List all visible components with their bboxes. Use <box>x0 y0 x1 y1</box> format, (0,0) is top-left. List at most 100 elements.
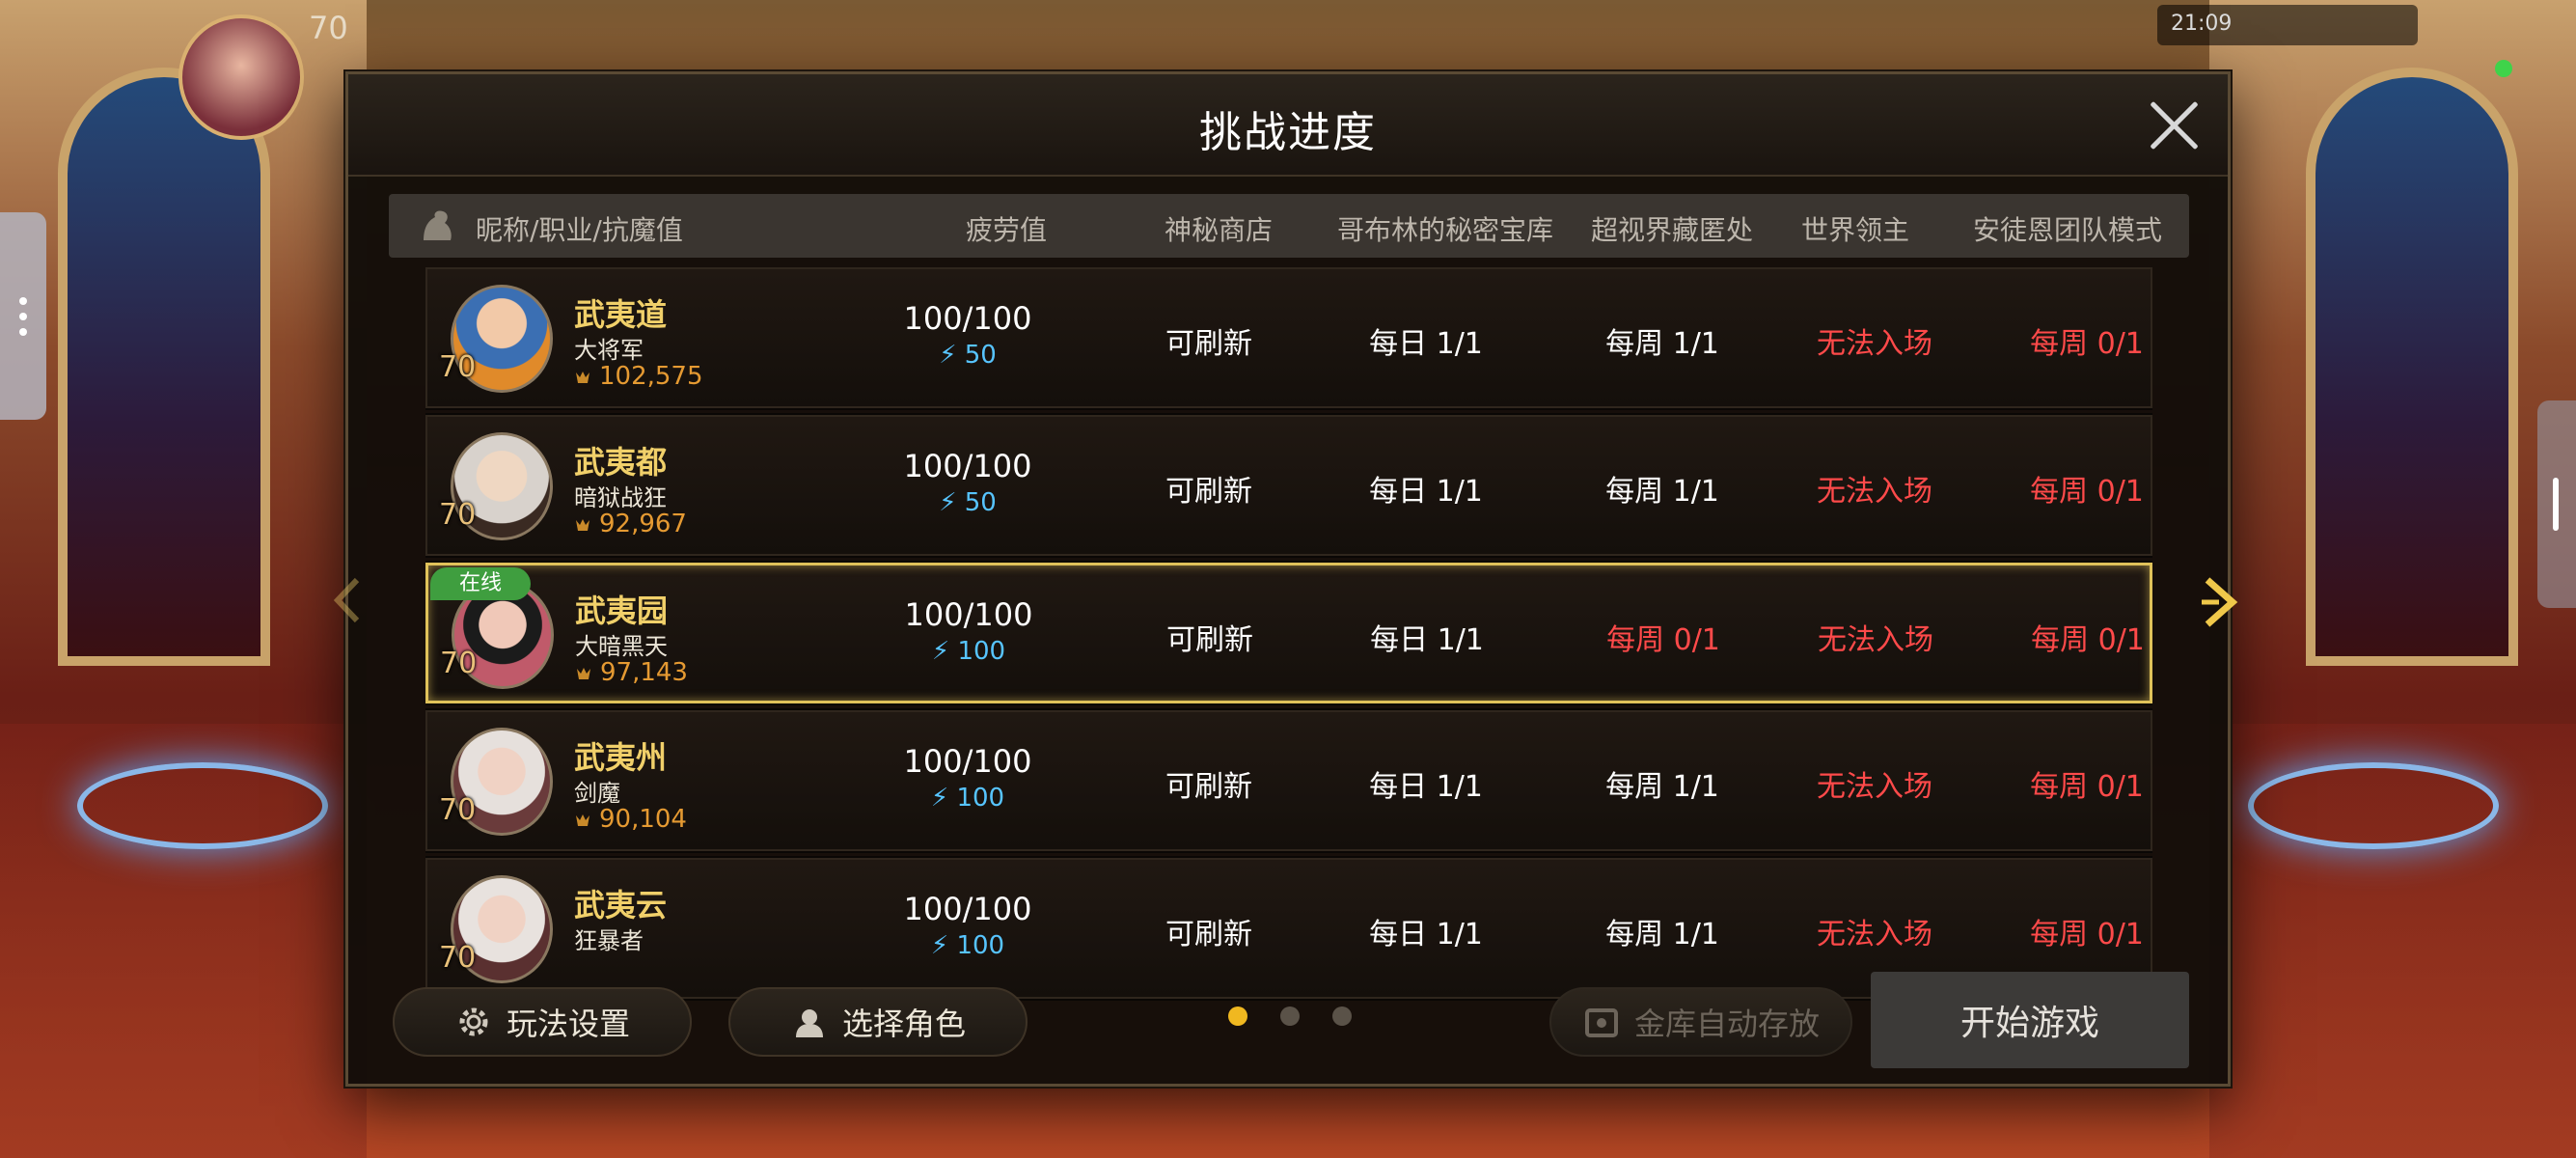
energy-value: ⚡ 100 <box>852 784 1083 813</box>
character-power-value: 90,104 <box>599 805 687 834</box>
column-world-lord: 世界领主 <box>1800 214 1909 246</box>
energy-amount: 100 <box>957 637 1006 666</box>
energy-value: ⚡ 100 <box>853 637 1084 666</box>
character-class: 剑魔 <box>574 780 620 807</box>
goblin-vault-status: 每日 1/1 <box>1369 327 1483 361</box>
hidden-place-status: 每周 1/1 <box>1605 327 1719 361</box>
character-class: 暗狱战狂 <box>574 484 667 511</box>
character-row[interactable]: 70 武夷道 大将军 102,575 100/100 ⚡ 50 可刷新 每日 1… <box>425 267 2152 410</box>
left-portal <box>77 762 328 849</box>
right-side-handle[interactable] <box>2537 400 2576 608</box>
shop-status: 可刷新 <box>1165 918 1252 951</box>
character-silhouette-icon <box>424 210 452 240</box>
power-icon <box>576 519 589 531</box>
energy-amount: 50 <box>964 488 997 517</box>
character-class: 狂暴者 <box>574 927 644 954</box>
status-indicator-dot <box>2495 60 2512 77</box>
anton-raid-status: 每周 0/1 <box>2030 327 2144 361</box>
right-window-arch <box>2306 68 2518 666</box>
character-level: 70 <box>439 793 477 827</box>
power-icon <box>576 814 589 826</box>
page-dot <box>1332 1006 1352 1026</box>
energy-value: ⚡ 50 <box>852 488 1083 517</box>
anton-raid-status: 每周 0/1 <box>2030 475 2144 509</box>
online-badge: 在线 <box>430 567 531 600</box>
chevron-left-icon[interactable] <box>328 576 367 624</box>
close-icon[interactable] <box>2149 99 2201 152</box>
player-avatar[interactable] <box>178 14 304 140</box>
character-power-value: 102,575 <box>599 362 703 391</box>
shop-status: 可刷新 <box>1165 770 1252 804</box>
anton-raid-status: 每周 0/1 <box>2031 623 2145 657</box>
character-power-value: 97,143 <box>600 658 688 687</box>
goblin-vault-status: 每日 1/1 <box>1369 918 1483 951</box>
left-side-menu-handle[interactable] <box>0 212 46 420</box>
hidden-place-status: 每周 1/1 <box>1605 918 1719 951</box>
hidden-place-status: 每周 1/1 <box>1605 475 1719 509</box>
status-clock: 21:09 <box>2157 5 2418 45</box>
character-name: 武夷云 <box>574 887 668 924</box>
chevron-right-icon[interactable] <box>2200 576 2244 628</box>
column-shop: 神秘商店 <box>1164 214 1273 246</box>
column-header-bar: 昵称/职业/抗魔值 疲劳值 神秘商店 哥布林的秘密宝库 超视界藏匿处 世界领主 … <box>389 194 2189 258</box>
character-power: 102,575 <box>574 362 703 391</box>
vault-auto-store-button[interactable]: 金库自动存放 <box>1549 987 1852 1057</box>
character-class: 大将军 <box>574 337 644 364</box>
shop-status: 可刷新 <box>1166 623 1253 657</box>
world-lord-status: 无法入场 <box>1818 623 1933 657</box>
character-class: 大暗黑天 <box>575 633 668 660</box>
character-name: 武夷都 <box>574 444 668 481</box>
lightning-icon: ⚡ <box>939 488 965 517</box>
character-name: 武夷园 <box>575 593 669 629</box>
page-dot-active <box>1228 1006 1247 1026</box>
character-row-selected[interactable]: 在线 70 武夷园 大暗黑天 97,143 100/100 ⚡ 100 可刷新 … <box>425 561 2152 705</box>
gameplay-settings-button[interactable]: 玩法设置 <box>393 987 692 1057</box>
right-portal <box>2248 762 2499 849</box>
energy-amount: 50 <box>964 341 997 370</box>
challenge-progress-modal: 挑战进度 昵称/职业/抗魔值 疲劳值 神秘商店 哥布林的秘密宝库 超视界藏匿处 … <box>345 71 2231 1087</box>
character-power: 92,967 <box>574 510 687 538</box>
shop-status: 可刷新 <box>1165 327 1252 361</box>
character-name: 武夷道 <box>574 296 668 333</box>
gear-icon <box>459 1007 488 1036</box>
fatigue-cell: 100/100 ⚡ 50 <box>852 300 1083 370</box>
character-icon <box>795 1009 823 1037</box>
world-lord-status: 无法入场 <box>1817 475 1932 509</box>
page-dot <box>1280 1006 1300 1026</box>
character-row[interactable]: 70 武夷都 暗狱战狂 92,967 100/100 ⚡ 50 可刷新 每日 1… <box>425 413 2152 558</box>
hidden-place-status: 每周 0/1 <box>1606 623 1720 657</box>
character-level: 70 <box>439 350 477 384</box>
fatigue-value: 100/100 <box>904 596 1033 633</box>
world-lord-status: 无法入场 <box>1817 770 1932 804</box>
character-level: 70 <box>439 941 477 975</box>
column-anton-raid: 安徒恩团队模式 <box>1972 214 2162 246</box>
anton-raid-status: 每周 0/1 <box>2030 770 2144 804</box>
select-character-button[interactable]: 选择角色 <box>728 987 1028 1057</box>
character-power: 90,104 <box>574 805 687 834</box>
goblin-vault-status: 每日 1/1 <box>1369 475 1483 509</box>
gameplay-settings-label: 玩法设置 <box>506 1006 630 1042</box>
character-list[interactable]: 70 武夷道 大将军 102,575 100/100 ⚡ 50 可刷新 每日 1… <box>425 267 2152 1026</box>
power-icon <box>576 372 589 383</box>
fatigue-value: 100/100 <box>903 448 1032 484</box>
hidden-place-status: 每周 1/1 <box>1605 770 1719 804</box>
character-name: 武夷州 <box>574 739 668 776</box>
vault-icon <box>1584 1008 1618 1037</box>
column-goblin-vault: 哥布林的秘密宝库 <box>1336 214 1553 246</box>
lightning-icon: ⚡ <box>930 931 957 960</box>
lightning-icon: ⚡ <box>930 784 957 813</box>
fatigue-cell: 100/100 ⚡ 100 <box>852 891 1083 960</box>
select-character-label: 选择角色 <box>841 1006 966 1042</box>
start-game-button[interactable]: 开始游戏 <box>1871 972 2189 1068</box>
energy-value: ⚡ 100 <box>852 931 1083 960</box>
character-row[interactable]: 70 武夷州 剑魔 90,104 100/100 ⚡ 100 可刷新 每日 1/… <box>425 708 2152 853</box>
fatigue-cell: 100/100 ⚡ 100 <box>853 596 1084 666</box>
modal-header: 挑战进度 <box>348 74 2228 177</box>
goblin-vault-status: 每日 1/1 <box>1370 623 1484 657</box>
fatigue-cell: 100/100 ⚡ 100 <box>852 743 1083 813</box>
shop-status: 可刷新 <box>1165 475 1252 509</box>
energy-value: ⚡ 50 <box>852 341 1083 370</box>
page-indicator <box>1228 1006 1352 1026</box>
fatigue-cell: 100/100 ⚡ 50 <box>852 448 1083 517</box>
energy-amount: 100 <box>956 784 1005 813</box>
